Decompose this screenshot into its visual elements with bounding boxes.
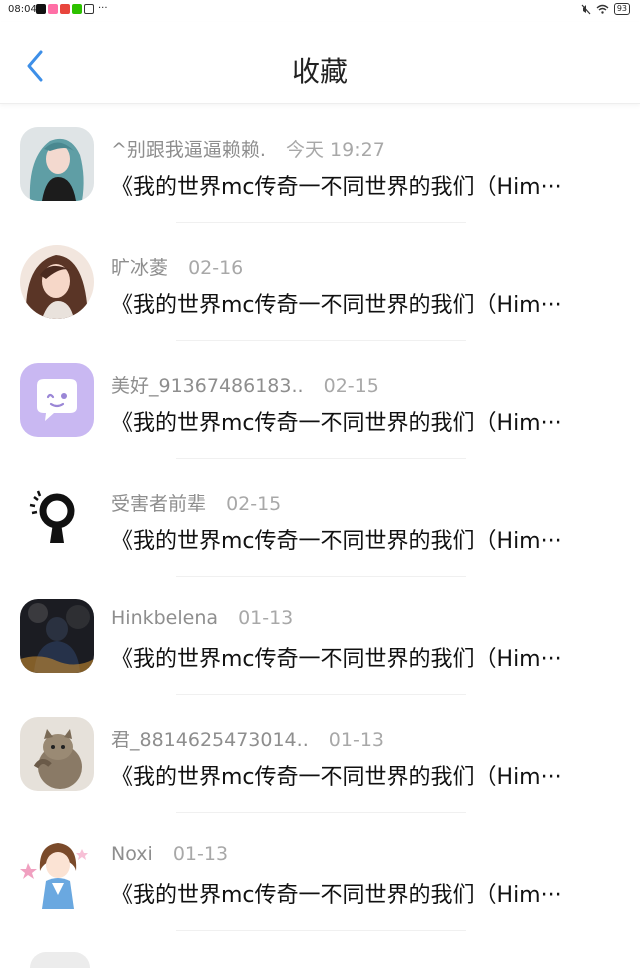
favorite-item[interactable]: Noxi 01-13 《我的世界mc传奇一不同世界的我们（Him··· xyxy=(0,813,640,931)
avatar-purple-chat-bubble xyxy=(20,363,94,437)
avatar[interactable] xyxy=(20,363,94,437)
item-title[interactable]: 《我的世界mc传奇一不同世界的我们（Him··· xyxy=(111,523,631,555)
avatar[interactable] xyxy=(20,127,94,201)
item-title[interactable]: 《我的世界mc传奇一不同世界的我们（Him··· xyxy=(111,759,631,791)
page-title: 收藏 xyxy=(291,55,348,88)
username[interactable]: 美好_91367486183.. xyxy=(111,375,304,397)
item-meta: 君_8814625473014.. 01-13 xyxy=(111,725,384,752)
timestamp: 今天 19:27 xyxy=(286,139,385,161)
username[interactable]: 受害者前辈 xyxy=(111,493,206,515)
status-app-icons: ··· xyxy=(36,4,108,14)
next-item-avatar-partial xyxy=(30,952,90,968)
avatar-kitten-photo xyxy=(20,717,94,791)
item-meta: Hinkbelena 01-13 xyxy=(111,607,293,629)
avatar[interactable] xyxy=(20,481,94,555)
avatar-black-keyhole xyxy=(20,481,94,555)
item-title[interactable]: 《我的世界mc传奇一不同世界的我们（Him··· xyxy=(111,287,631,319)
avatar-dark-night-figure xyxy=(20,599,94,673)
avatar-anime-girl xyxy=(20,835,94,909)
timestamp: 01-13 xyxy=(238,607,294,629)
item-meta: Noxi 01-13 xyxy=(111,843,228,865)
favorite-item[interactable]: 美好_91367486183.. 02-15 《我的世界mc传奇一不同世界的我们… xyxy=(0,341,640,459)
item-title[interactable]: 《我的世界mc传奇一不同世界的我们（Him··· xyxy=(111,169,631,201)
item-title[interactable]: 《我的世界mc传奇一不同世界的我们（Him··· xyxy=(111,405,631,437)
favorite-item[interactable]: 君_8814625473014.. 01-13 《我的世界mc传奇一不同世界的我… xyxy=(0,695,640,813)
favorite-item[interactable]: 受害者前辈 02-15 《我的世界mc传奇一不同世界的我们（Him··· xyxy=(0,459,640,577)
username[interactable]: Noxi xyxy=(111,843,153,865)
username[interactable]: 君_8814625473014.. xyxy=(111,729,309,751)
timestamp: 01-13 xyxy=(328,729,384,751)
battery-indicator: 93 xyxy=(613,3,630,15)
avatar-teal-hair-girl xyxy=(20,127,94,201)
wifi-icon xyxy=(596,4,609,14)
divider xyxy=(176,930,466,931)
app-icon-red xyxy=(60,4,70,14)
item-title[interactable]: 《我的世界mc传奇一不同世界的我们（Him··· xyxy=(111,877,631,909)
favorites-list: ^别跟我逼逼赖赖. 今天 19:27 《我的世界mc传奇一不同世界的我们（Him… xyxy=(0,105,640,931)
username[interactable]: Hinkbelena xyxy=(111,607,218,629)
item-meta: 旷冰菱 02-16 xyxy=(111,253,243,280)
wechat-icon xyxy=(72,4,82,14)
timestamp: 02-15 xyxy=(226,493,282,515)
favorite-item[interactable]: ^别跟我逼逼赖赖. 今天 19:27 《我的世界mc传奇一不同世界的我们（Him… xyxy=(0,105,640,223)
status-bar: 08:04 ··· 93 xyxy=(0,0,640,22)
timestamp: 01-13 xyxy=(172,843,229,865)
status-right: 93 xyxy=(581,3,630,15)
status-more-dots: ··· xyxy=(98,3,108,14)
app-icon-pink xyxy=(48,4,58,14)
item-title[interactable]: 《我的世界mc传奇一不同世界的我们（Him··· xyxy=(111,641,631,673)
timestamp: 02-16 xyxy=(188,257,244,279)
favorite-item[interactable]: Hinkbelena 01-13 《我的世界mc传奇一不同世界的我们（Him··… xyxy=(0,577,640,695)
status-time: 08:04 xyxy=(8,4,37,15)
username[interactable]: 旷冰菱 xyxy=(111,257,168,279)
item-meta: ^别跟我逼逼赖赖. 今天 19:27 xyxy=(111,135,385,162)
avatar[interactable] xyxy=(20,717,94,791)
qq-icon xyxy=(84,4,94,14)
item-meta: 受害者前辈 02-15 xyxy=(111,489,281,516)
avatar[interactable] xyxy=(20,245,94,319)
favorite-item[interactable]: 旷冰菱 02-16 《我的世界mc传奇一不同世界的我们（Him··· xyxy=(0,223,640,341)
item-meta: 美好_91367486183.. 02-15 xyxy=(111,371,379,398)
mute-icon xyxy=(581,4,591,14)
avatar[interactable] xyxy=(20,835,94,909)
avatar-girl-brown-hair xyxy=(20,245,94,319)
username[interactable]: ^别跟我逼逼赖赖. xyxy=(111,139,266,161)
top-nav-bar: 收藏 xyxy=(0,22,640,104)
tiktok-icon xyxy=(36,4,46,14)
avatar[interactable] xyxy=(20,599,94,673)
timestamp: 02-15 xyxy=(323,375,379,397)
